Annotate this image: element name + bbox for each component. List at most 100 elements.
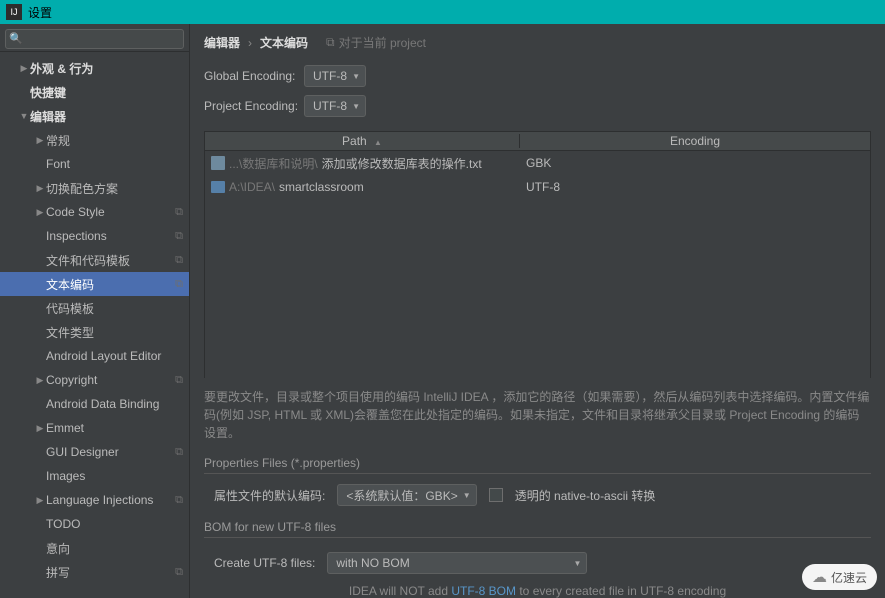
transparent-ascii-checkbox[interactable] (489, 488, 503, 502)
search-input[interactable] (5, 29, 184, 49)
expand-arrow-icon: ▼ (18, 111, 30, 121)
expand-arrow-icon: ▶ (34, 423, 46, 434)
encoding-table-body: ...\数据库和说明\添加或修改数据库表的操作.txtGBKA:\IDEA\sm… (204, 151, 871, 378)
sidebar-item-label: Language Injections (46, 493, 175, 507)
project-scope-icon: ⧉ (175, 230, 183, 243)
sidebar-item[interactable]: ▶外观 & 行为 (0, 56, 189, 80)
sidebar-item[interactable]: ▶Copyright⧉ (0, 368, 189, 392)
table-row[interactable]: ...\数据库和说明\添加或修改数据库表的操作.txtGBK (205, 151, 870, 175)
expand-arrow-icon: ▶ (34, 495, 46, 506)
sidebar-item-label: Inspections (46, 229, 175, 243)
sort-asc-icon: ▲ (374, 138, 382, 147)
sidebar-item[interactable]: Images (0, 464, 189, 488)
project-scope-icon: ⧉ (175, 566, 183, 579)
file-icon (211, 156, 225, 170)
sidebar-item-label: 编辑器 (30, 108, 183, 125)
sidebar-item-label: 文本编码 (46, 276, 175, 293)
sidebar-item-label: Code Style (46, 205, 175, 219)
column-path[interactable]: Path ▲ (205, 134, 520, 148)
sidebar-item[interactable]: Font (0, 152, 189, 176)
sidebar-item[interactable]: Inspections⧉ (0, 224, 189, 248)
transparent-ascii-label: 透明的 native-to-ascii 转换 (515, 487, 656, 504)
sidebar-item[interactable]: ▶Code Style⧉ (0, 200, 189, 224)
project-scope-tag: ⧉ 对于当前 project (326, 34, 426, 51)
sidebar-item[interactable]: ▶切换配色方案 (0, 176, 189, 200)
table-row[interactable]: A:\IDEA\smartclassroomUTF-8 (205, 175, 870, 199)
project-scope-icon: ⧉ (175, 374, 183, 387)
encoding-hint: 要更改文件，目录或整个项目使用的编码 IntelliJ IDEA ，添加它的路径… (204, 388, 871, 442)
sidebar-item[interactable]: TODO (0, 512, 189, 536)
project-scope-icon: ⧉ (175, 494, 183, 507)
breadcrumb-separator: › (248, 36, 252, 50)
sidebar-item-label: 快捷键 (30, 84, 183, 101)
expand-arrow-icon: ▶ (34, 375, 46, 386)
cloud-icon: ☁ (812, 568, 827, 586)
sidebar-item[interactable]: 拼写⧉ (0, 560, 189, 584)
global-encoding-dropdown[interactable]: UTF-8 ▼ (304, 65, 366, 87)
sidebar-item-label: TODO (46, 517, 183, 531)
chevron-down-icon: ▼ (352, 72, 360, 81)
project-scope-icon: ⧉ (175, 278, 183, 291)
breadcrumb: 编辑器 › 文本编码 ⧉ 对于当前 project (204, 34, 871, 51)
global-encoding-label: Global Encoding: (204, 69, 304, 83)
sidebar-item-label: 常规 (46, 132, 183, 149)
sidebar-item[interactable]: ▶Emmet (0, 416, 189, 440)
sidebar-item[interactable]: ▶常规 (0, 128, 189, 152)
breadcrumb-main: 编辑器 (204, 34, 240, 51)
utf8-bom-link[interactable]: UTF-8 BOM (451, 584, 516, 598)
project-encoding-label: Project Encoding: (204, 99, 304, 113)
sidebar-item[interactable]: Android Layout Editor (0, 344, 189, 368)
sidebar-item[interactable]: 文件和代码模板⧉ (0, 248, 189, 272)
sidebar-item-label: 切换配色方案 (46, 180, 183, 197)
column-encoding[interactable]: Encoding (520, 134, 870, 148)
sidebar-item-label: 外观 & 行为 (30, 60, 183, 77)
sidebar-item-label: 文件和代码模板 (46, 252, 175, 269)
folder-icon (211, 181, 225, 193)
settings-tree: ▶外观 & 行为快捷键▼编辑器▶常规Font▶切换配色方案▶Code Style… (0, 52, 189, 598)
sidebar-item-label: GUI Designer (46, 445, 175, 459)
properties-encoding-dropdown[interactable]: <系统默认值：GBK> ▼ (337, 484, 476, 506)
sidebar-item[interactable]: ▶Language Injections⧉ (0, 488, 189, 512)
sidebar-item-label: Images (46, 469, 183, 483)
expand-arrow-icon: ▶ (18, 63, 30, 74)
sidebar-item-label: Android Data Binding (46, 397, 183, 411)
expand-arrow-icon: ▶ (34, 183, 46, 194)
path-cell: ...\数据库和说明\添加或修改数据库表的操作.txt (205, 155, 520, 172)
encoding-cell[interactable]: UTF-8 (520, 180, 870, 194)
sidebar-item[interactable]: 代码模板 (0, 296, 189, 320)
sidebar-item[interactable]: ▼编辑器 (0, 104, 189, 128)
bom-hint: IDEA will NOT add UTF-8 BOM to every cre… (204, 584, 871, 598)
expand-arrow-icon: ▶ (34, 135, 46, 146)
chevron-down-icon: ▼ (463, 491, 471, 500)
chevron-down-icon: ▼ (573, 559, 581, 568)
copy-icon: ⧉ (326, 35, 335, 50)
project-scope-icon: ⧉ (175, 206, 183, 219)
search-container: 🔍 (0, 24, 189, 52)
sidebar-item[interactable]: 快捷键 (0, 80, 189, 104)
sidebar-item[interactable]: GUI Designer⧉ (0, 440, 189, 464)
window-titlebar: IJ 设置 (0, 0, 885, 24)
sidebar-item-label: 意向 (46, 540, 183, 557)
project-scope-icon: ⧉ (175, 254, 183, 267)
sidebar-item-label: Font (46, 157, 183, 171)
sidebar-item[interactable]: 意向 (0, 536, 189, 560)
sidebar-item[interactable]: 文本编码⧉ (0, 272, 189, 296)
encoding-table-header: Path ▲ Encoding (204, 131, 871, 151)
sidebar-item-label: 文件类型 (46, 324, 183, 341)
properties-section-title: Properties Files (*.properties) (204, 456, 871, 474)
sidebar-item-label: Android Layout Editor (46, 349, 183, 363)
app-icon: IJ (6, 4, 22, 20)
breadcrumb-sub: 文本编码 (260, 34, 308, 51)
encoding-cell[interactable]: GBK (520, 156, 870, 170)
sidebar-item[interactable]: Android Data Binding (0, 392, 189, 416)
window-title: 设置 (28, 4, 52, 21)
chevron-down-icon: ▼ (352, 102, 360, 111)
project-scope-icon: ⧉ (175, 446, 183, 459)
project-encoding-dropdown[interactable]: UTF-8 ▼ (304, 95, 366, 117)
settings-content: 编辑器 › 文本编码 ⧉ 对于当前 project Global Encodin… (190, 24, 885, 598)
sidebar-item[interactable]: 文件类型 (0, 320, 189, 344)
bom-dropdown[interactable]: with NO BOM ▼ (327, 552, 587, 574)
sidebar-item-label: 代码模板 (46, 300, 183, 317)
search-icon: 🔍 (9, 32, 23, 45)
settings-sidebar: 🔍 ▶外观 & 行为快捷键▼编辑器▶常规Font▶切换配色方案▶Code Sty… (0, 24, 190, 598)
